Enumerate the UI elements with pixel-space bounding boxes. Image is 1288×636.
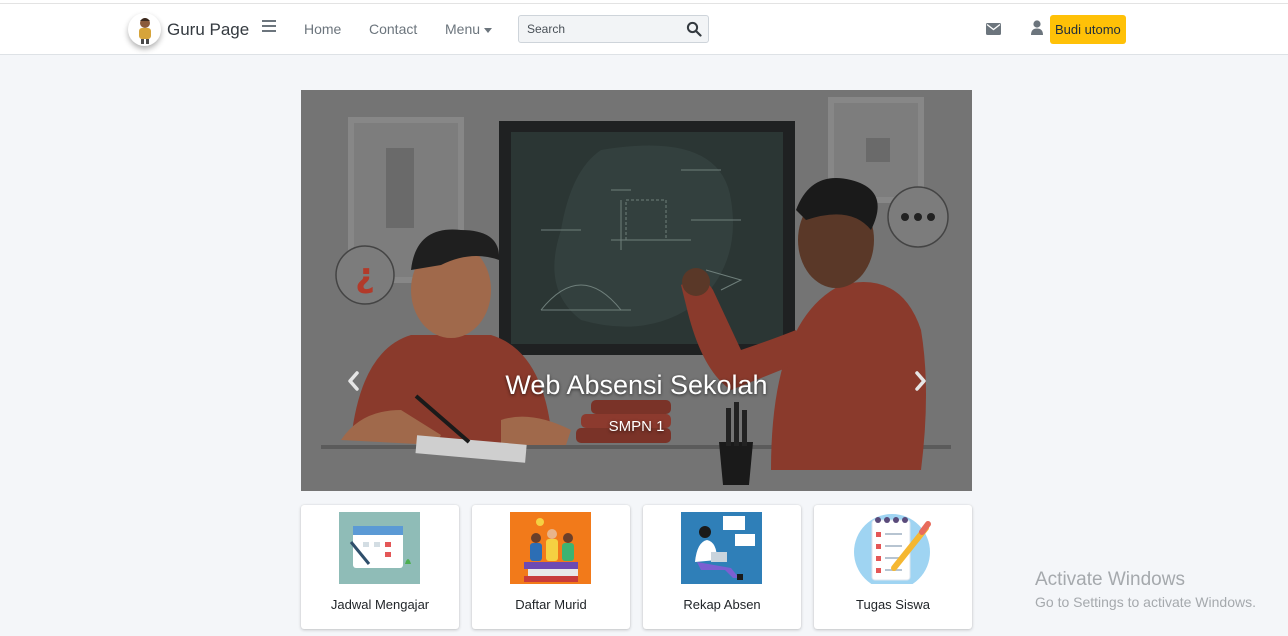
- hero-carousel: ¿ Web Absensi Sekolah SMPN 1: [301, 90, 972, 491]
- card-label: Tugas Siswa: [856, 597, 930, 612]
- svg-text:¿: ¿: [355, 256, 375, 296]
- students-illustration-icon: [510, 512, 591, 584]
- envelope-icon[interactable]: [986, 22, 1001, 40]
- card-daftar-murid[interactable]: Daftar Murid: [472, 505, 630, 629]
- brand-link[interactable]: Guru Page: [128, 13, 249, 46]
- carousel-caption-title: Web Absensi Sekolah: [505, 370, 768, 400]
- card-label: Daftar Murid: [515, 597, 587, 612]
- nav-contact[interactable]: Contact: [369, 21, 417, 37]
- brand-name: Guru Page: [167, 19, 250, 39]
- main-navbar: Guru Page Home Contact Menu Budi utomo: [0, 4, 1288, 55]
- nav-menu-dropdown[interactable]: Menu: [445, 21, 493, 37]
- card-tugas-siswa[interactable]: Tugas Siswa: [814, 505, 972, 629]
- windows-activation-title: Activate Windows: [1035, 569, 1185, 590]
- search-icon: [686, 21, 702, 37]
- user-name-badge[interactable]: Budi utomo: [1050, 15, 1126, 44]
- search-button[interactable]: [686, 21, 702, 37]
- checklist-illustration-icon: [852, 512, 933, 584]
- windows-activation-subtitle: Go to Settings to activate Windows.: [1035, 594, 1256, 610]
- search-input[interactable]: [519, 16, 679, 42]
- user-icon[interactable]: [1031, 20, 1043, 40]
- card-rekap-absen[interactable]: Rekap Absen: [643, 505, 801, 629]
- nav-menu-label: Menu: [445, 21, 481, 37]
- card-label: Jadwal Mengajar: [330, 597, 430, 612]
- brand-logo: [128, 13, 161, 46]
- caret-down-icon: [484, 27, 493, 33]
- calendar-illustration-icon: [339, 512, 420, 584]
- report-illustration-icon: [681, 512, 762, 584]
- carousel-caption-subtitle: SMPN 1: [608, 418, 665, 435]
- card-jadwal-mengajar[interactable]: Jadwal Mengajar: [301, 505, 459, 629]
- sidebar-toggle-icon[interactable]: [262, 20, 276, 32]
- search-form: [518, 15, 709, 43]
- card-label: Rekap Absen: [683, 597, 761, 612]
- nav-home[interactable]: Home: [304, 21, 341, 37]
